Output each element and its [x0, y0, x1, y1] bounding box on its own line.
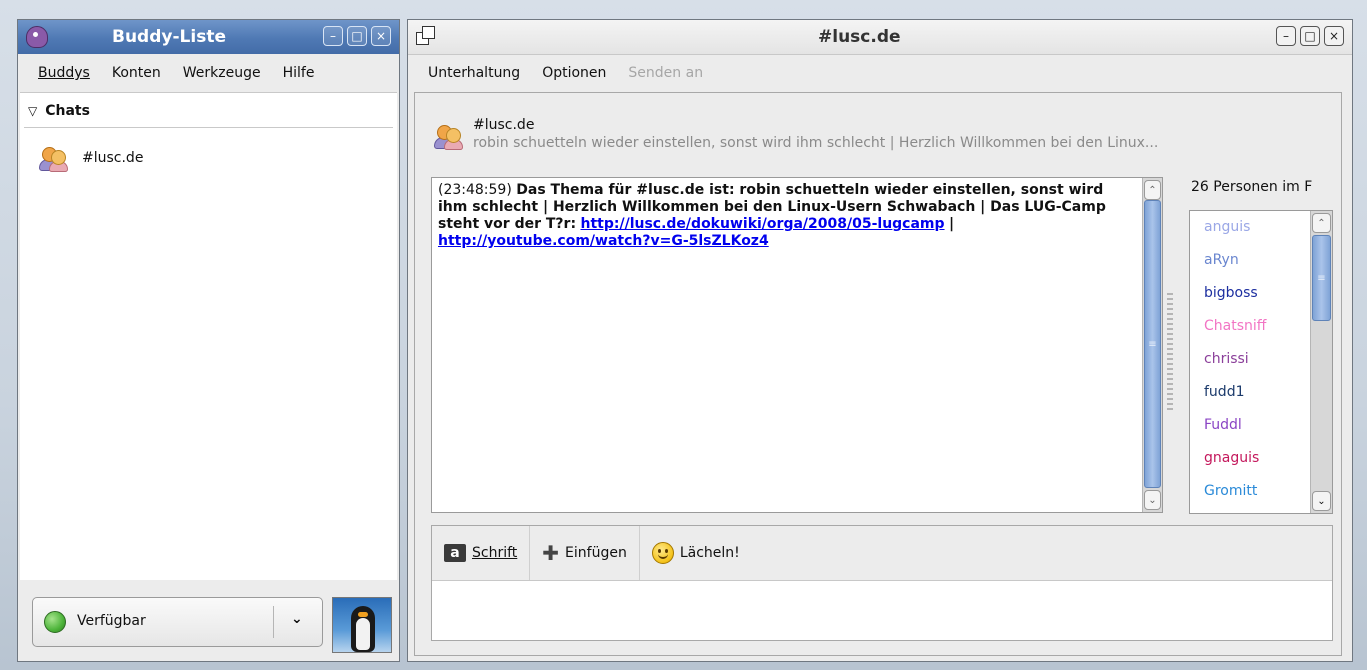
chat-titlebar[interactable]: #lusc.de – □ × [408, 20, 1352, 55]
chat-window: #lusc.de – □ × Unterhaltung Optionen Sen… [407, 19, 1353, 662]
avatar[interactable] [332, 597, 392, 653]
user-name: gnaguis [1204, 450, 1260, 466]
minimize-button[interactable]: – [323, 26, 343, 46]
smile-label: Lächeln! [679, 545, 740, 561]
group-divider [24, 127, 393, 128]
list-item[interactable]: fudd1 [1190, 376, 1308, 409]
chat-menubar: Unterhaltung Optionen Senden an [408, 58, 1352, 88]
system-message: (23:48:59) Das Thema für #lusc.de ist: r… [438, 182, 1118, 250]
user-name: anguis [1204, 219, 1251, 235]
menu-unterhaltung[interactable]: Unterhaltung [428, 65, 520, 81]
user-name: Gromitt [1204, 483, 1258, 499]
scroll-up-button[interactable]: ⌃ [1312, 213, 1331, 233]
input-area: a Schrift ✚ Einfügen Lächeln! [431, 525, 1333, 641]
conversation-pane: #lusc.de robin schuetteln wieder einstel… [414, 92, 1342, 656]
insert-button[interactable]: ✚ Einfügen [530, 526, 640, 580]
list-item[interactable]: Fuddl [1190, 409, 1308, 442]
pidgin-logo-icon [26, 26, 48, 48]
user-list-items: anguis aRyn bigboss Chatsniff chrissi fu… [1190, 211, 1308, 508]
menu-werkzeuge[interactable]: Werkzeuge [183, 65, 261, 81]
group-chats[interactable]: ▽ Chats [28, 103, 90, 119]
plus-icon: ✚ [542, 541, 560, 565]
close-button[interactable]: × [371, 26, 391, 46]
chat-header: #lusc.de robin schuetteln wieder einstel… [433, 117, 1158, 151]
menu-senden-an: Senden an [628, 65, 704, 81]
group-label: Chats [45, 103, 90, 119]
menu-konten[interactable]: Konten [112, 65, 161, 81]
font-label: Schrift [472, 545, 518, 561]
maximize-button[interactable]: □ [1300, 26, 1320, 46]
buddy-list-titlebar[interactable]: Buddy-Liste – □ × [18, 20, 399, 54]
message-link-youtube[interactable]: http://youtube.com/watch?v=G-5lsZLKoz4 [438, 233, 769, 249]
chat-name: #lusc.de [473, 117, 535, 133]
user-list[interactable]: anguis aRyn bigboss Chatsniff chrissi fu… [1189, 210, 1333, 514]
user-list-scrollbar[interactable]: ⌃ ≡ ⌄ [1310, 211, 1332, 513]
maximize-button[interactable]: □ [347, 26, 367, 46]
list-item[interactable]: bigboss [1190, 277, 1308, 310]
available-status-icon [44, 611, 66, 633]
chat-item-label: #lusc.de [82, 150, 144, 166]
formatting-toolbar: a Schrift ✚ Einfügen Lächeln! [432, 526, 1332, 581]
message-link-lugcamp[interactable]: http://lusc.de/dokuwiki/orga/2008/05-lug… [581, 216, 945, 232]
message-timestamp: (23:48:59) [438, 182, 512, 198]
message-log[interactable]: (23:48:59) Das Thema für #lusc.de ist: r… [431, 177, 1163, 513]
pane-splitter[interactable] [1167, 293, 1173, 413]
scroll-up-button[interactable]: ⌃ [1144, 180, 1161, 200]
chat-people-icon [38, 145, 68, 172]
scroll-down-button[interactable]: ⌄ [1312, 491, 1331, 511]
user-name: fudd1 [1204, 384, 1245, 400]
menu-hilfe[interactable]: Hilfe [283, 65, 315, 81]
chat-people-icon [433, 123, 463, 150]
status-selector[interactable]: Verfügbar ⌄ [32, 597, 323, 647]
chat-topic: robin schuetteln wieder einstellen, sons… [473, 135, 1159, 151]
close-button[interactable]: × [1324, 26, 1344, 46]
list-item[interactable]: anguis [1190, 211, 1308, 244]
list-item[interactable]: chrissi [1190, 343, 1308, 376]
user-name: aRyn [1204, 252, 1239, 268]
list-item[interactable]: #lusc.de [38, 145, 144, 172]
message-input[interactable] [432, 581, 1332, 640]
buddy-list-panel: ▽ Chats #lusc.de [20, 92, 397, 580]
list-item[interactable]: aRyn [1190, 244, 1308, 277]
user-name: chrissi [1204, 351, 1249, 367]
font-button[interactable]: a Schrift [432, 526, 531, 580]
insert-label: Einfügen [565, 545, 627, 561]
scroll-thumb[interactable]: ≡ [1144, 200, 1161, 488]
buddy-list-window: Buddy-Liste – □ × Buddys Konten Werkzeug… [17, 19, 400, 662]
menu-buddys[interactable]: Buddys [38, 65, 90, 81]
status-divider [273, 606, 274, 638]
minimize-button[interactable]: – [1276, 26, 1296, 46]
scroll-down-button[interactable]: ⌄ [1144, 490, 1161, 510]
font-icon: a [444, 544, 466, 562]
user-name: Chatsniff [1204, 318, 1267, 334]
expander-triangle-icon: ▽ [28, 104, 38, 118]
user-name: Fuddl [1204, 417, 1242, 433]
scroll-thumb[interactable]: ≡ [1312, 235, 1331, 321]
people-count: 26 Personen im F [1191, 179, 1313, 195]
list-item[interactable]: gnaguis [1190, 442, 1308, 475]
chevron-down-icon[interactable]: ⌄ [291, 611, 303, 627]
status-label: Verfügbar [77, 613, 146, 629]
window-menu-icon[interactable] [416, 26, 436, 46]
buddy-menubar: Buddys Konten Werkzeuge Hilfe [18, 58, 399, 88]
list-item[interactable]: Gromitt [1190, 475, 1308, 508]
window-title: Buddy-Liste [112, 27, 226, 47]
menu-optionen[interactable]: Optionen [542, 65, 606, 81]
message-separator: | [949, 216, 955, 232]
message-scrollbar[interactable]: ⌃ ≡ ⌄ [1142, 178, 1162, 512]
user-name: bigboss [1204, 285, 1258, 301]
window-title: #lusc.de [818, 27, 901, 47]
smile-button[interactable]: Lächeln! [640, 526, 752, 580]
smiley-icon [651, 542, 674, 564]
list-item[interactable]: Chatsniff [1190, 310, 1308, 343]
